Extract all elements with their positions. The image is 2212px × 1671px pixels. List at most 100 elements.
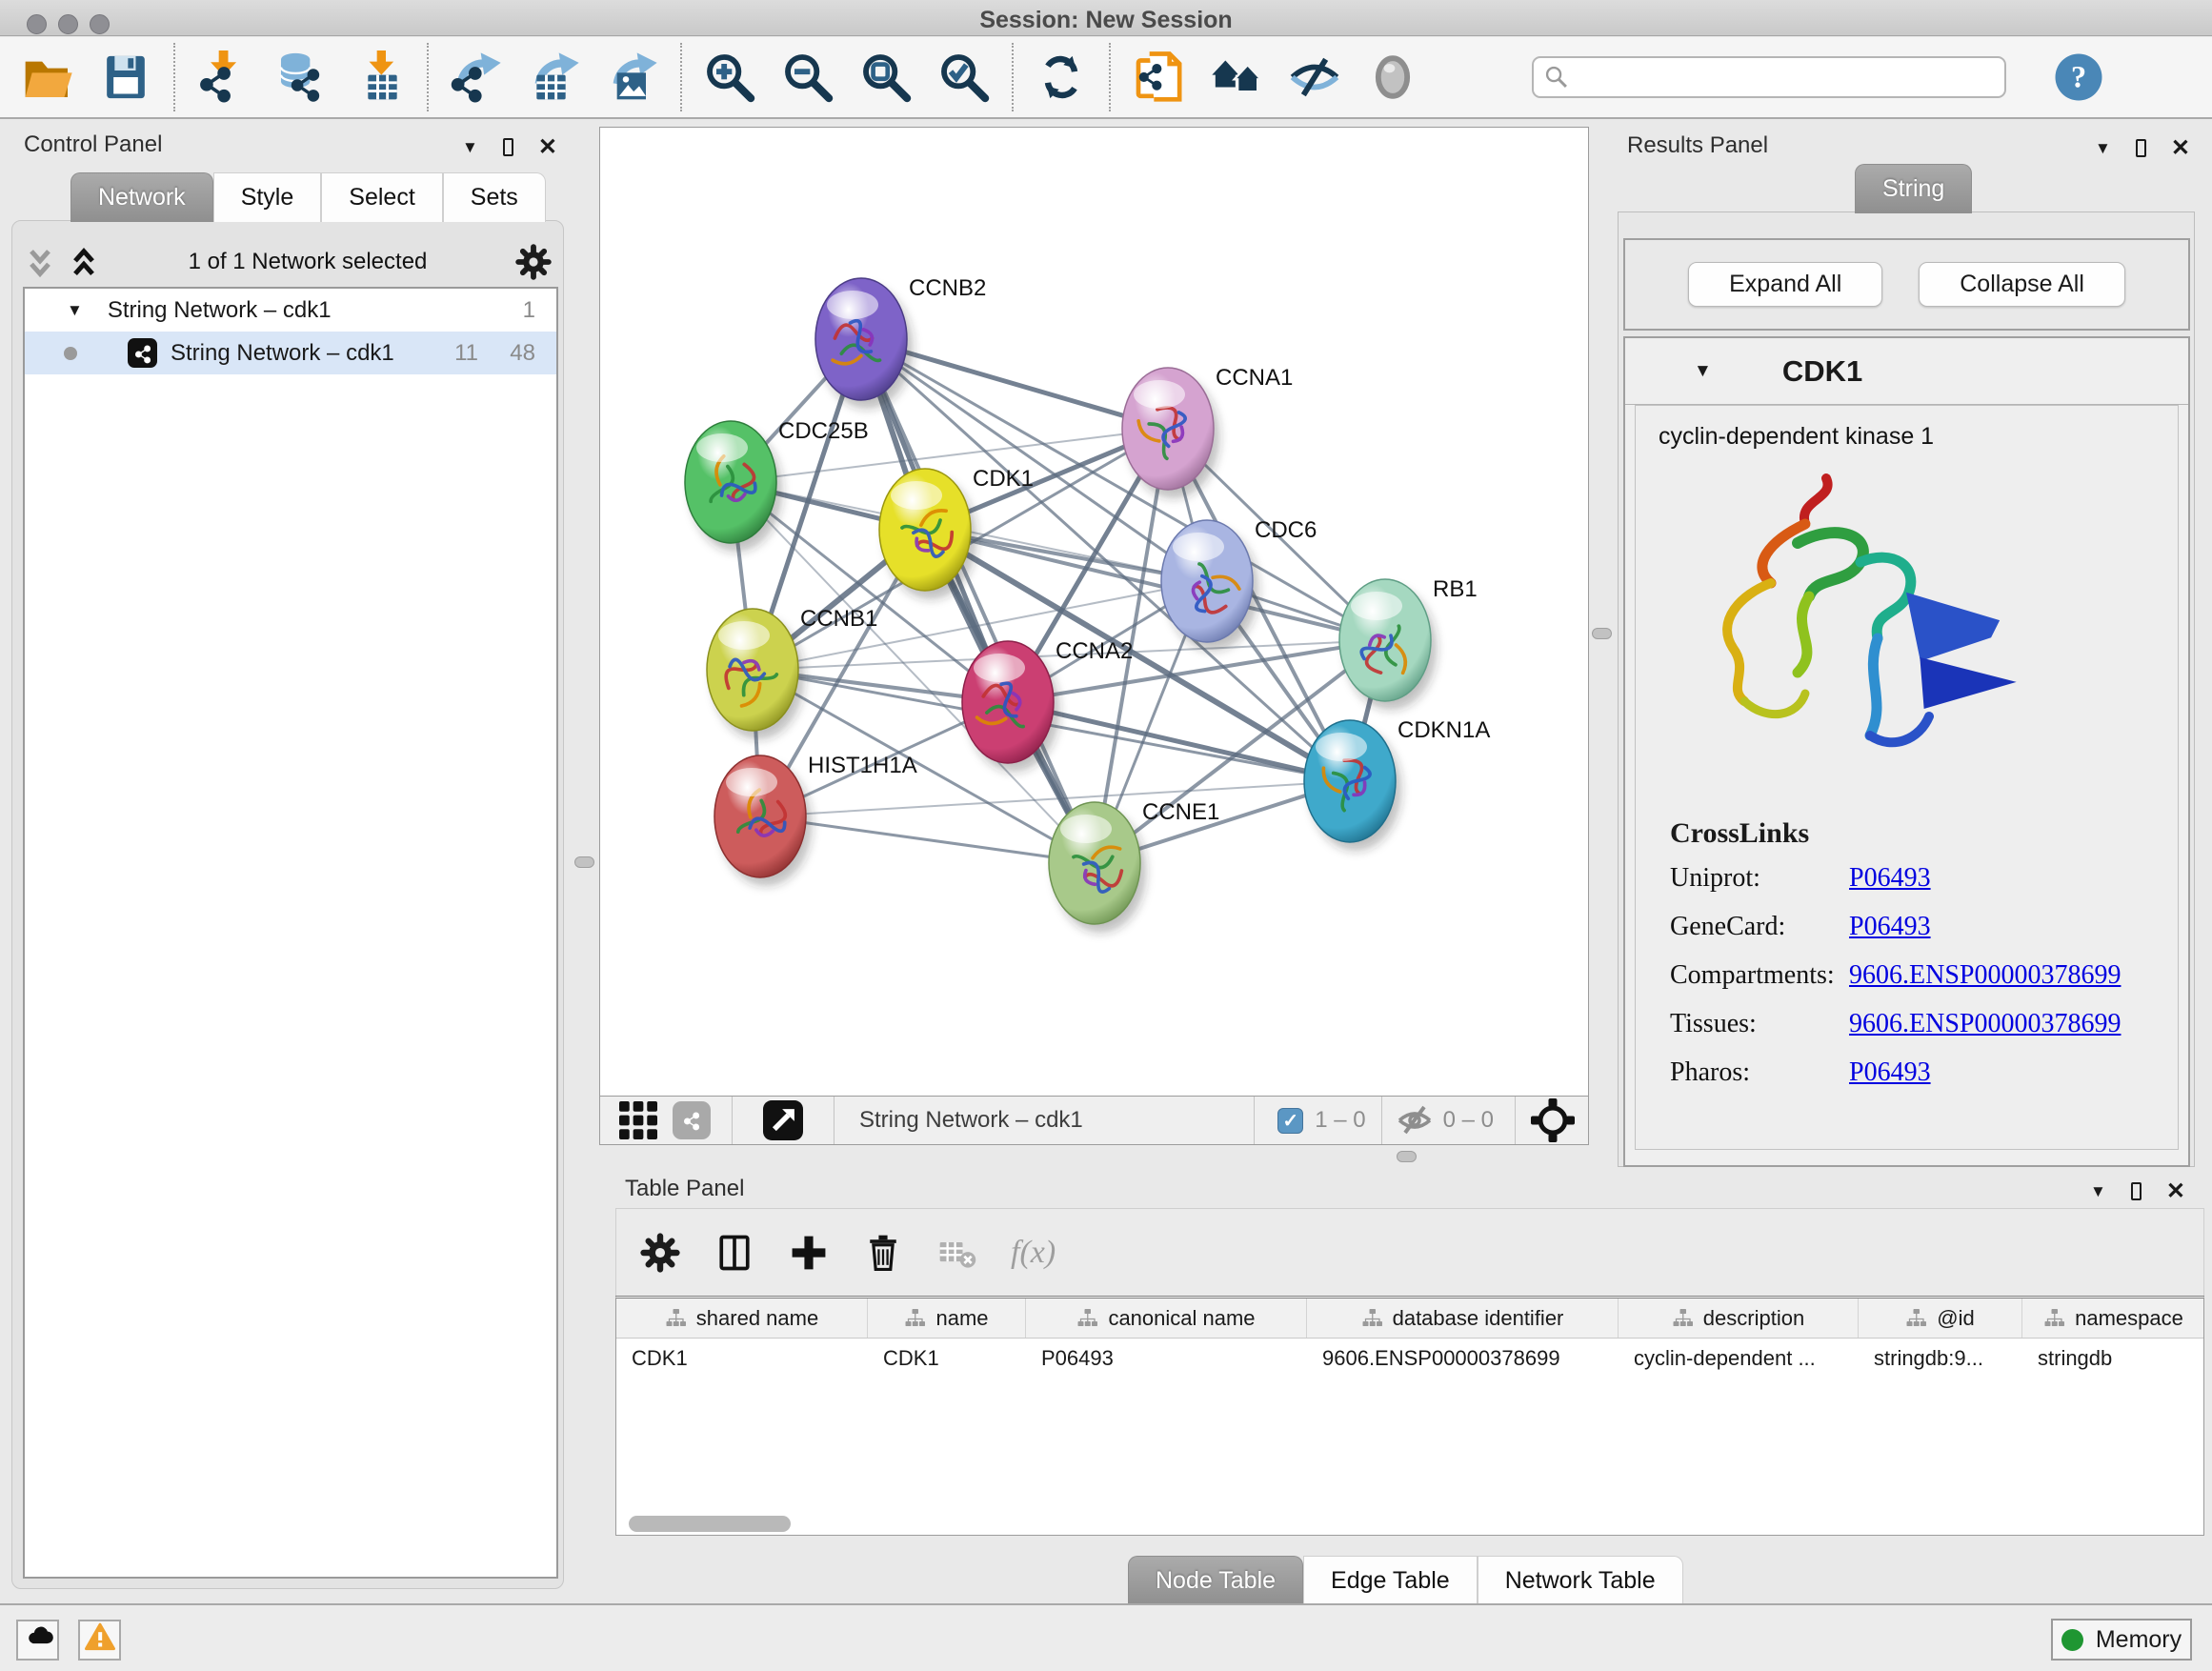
collapse-all-icon[interactable]	[23, 245, 57, 279]
node-cdc6[interactable]: CDC6	[1161, 517, 1317, 651]
table-cell[interactable]: stringdb:9...	[1859, 1339, 2022, 1379]
save-session-icon[interactable]	[99, 50, 152, 104]
copy-network-icon[interactable]	[1132, 50, 1185, 104]
tab-network[interactable]: Network	[70, 172, 213, 222]
column-header-canonical-name[interactable]: canonical name	[1026, 1299, 1307, 1338]
table-cell[interactable]: CDK1	[616, 1339, 868, 1379]
import-table-icon[interactable]	[352, 50, 406, 104]
open-session-icon[interactable]	[21, 50, 74, 104]
column-header-namespace[interactable]: namespace	[2022, 1299, 2204, 1338]
network-canvas[interactable]: CCNB2 CCNA1 CDC25B CDK1 CDC6 RB1 CCNB1 C…	[599, 127, 1589, 1096]
delete-column-icon[interactable]	[862, 1232, 904, 1274]
column-header-id[interactable]: @id	[1859, 1299, 2022, 1338]
table-cell[interactable]: 9606.ENSP00000378699	[1307, 1339, 1619, 1379]
node-rb1[interactable]: RB1	[1339, 576, 1478, 710]
right-splitter-handle[interactable]	[1592, 628, 1612, 639]
table-cell[interactable]: CDK1	[868, 1339, 1026, 1379]
table-row[interactable]: CDK1CDK1P064939606.ENSP00000378699cyclin…	[616, 1339, 2203, 1379]
crosslink-link[interactable]: P06493	[1849, 863, 1931, 894]
search-input[interactable]	[1532, 56, 2006, 98]
export-network-icon[interactable]	[450, 50, 503, 104]
float-panel-icon[interactable]	[2136, 139, 2146, 157]
gene-expander-icon[interactable]: ▼	[1694, 361, 1712, 382]
column-header-name[interactable]: name	[868, 1299, 1026, 1338]
fit-selected-crosshair-icon[interactable]	[1531, 1098, 1575, 1142]
node-ccnb2[interactable]: CCNB2	[815, 275, 986, 409]
memory-button[interactable]: Memory	[2051, 1619, 2192, 1661]
collapse-panel-icon[interactable]: ▼	[2095, 139, 2111, 158]
tab-sets[interactable]: Sets	[443, 172, 546, 222]
network-row[interactable]: String Network – cdk1 11 48	[25, 332, 556, 374]
crosslink-link[interactable]: 9606.ENSP00000378699	[1849, 1009, 2121, 1039]
crosslink-row: Tissues:9606.ENSP00000378699	[1670, 1009, 2121, 1039]
table-cell[interactable]: stringdb	[2022, 1339, 2204, 1379]
network-collection-row[interactable]: ▼ String Network – cdk1 1	[25, 289, 556, 332]
collapse-all-button[interactable]: Collapse All	[1919, 262, 2125, 307]
collapse-panel-icon[interactable]: ▼	[2090, 1182, 2106, 1201]
close-panel-icon[interactable]: ✕	[2171, 134, 2190, 162]
column-header-database-identifier[interactable]: database identifier	[1307, 1299, 1619, 1338]
tab-select[interactable]: Select	[321, 172, 442, 222]
table-column-header-row: shared namenamecanonical namedatabase id…	[616, 1299, 2203, 1339]
selected-checkbox[interactable]: ✓	[1277, 1108, 1303, 1134]
show-columns-icon[interactable]	[714, 1232, 755, 1274]
network-options-gear-icon[interactable]	[514, 243, 553, 281]
tab-node-table[interactable]: Node Table	[1128, 1556, 1303, 1605]
zoom-selected-icon[interactable]	[937, 50, 991, 104]
table-horizontal-scrollbar[interactable]	[629, 1516, 791, 1532]
float-panel-icon[interactable]	[503, 138, 513, 156]
zoom-in-icon[interactable]	[703, 50, 756, 104]
tab-edge-table[interactable]: Edge Table	[1303, 1556, 1478, 1605]
export-table-icon[interactable]	[528, 50, 581, 104]
crosslink-link[interactable]: 9606.ENSP00000378699	[1849, 960, 2121, 991]
network-share-icon[interactable]	[673, 1101, 711, 1139]
cloud-icon	[23, 1622, 53, 1658]
table-toolbar: f(x)	[615, 1208, 2204, 1296]
tree-expander-icon[interactable]: ▼	[67, 301, 83, 320]
node-ccna2[interactable]: CCNA2	[962, 638, 1133, 772]
zoom-fit-icon[interactable]	[859, 50, 913, 104]
hide-graphics-icon[interactable]	[1288, 50, 1341, 104]
cloud-button[interactable]	[16, 1620, 59, 1661]
gene-header-row[interactable]: ▼ CDK1	[1625, 338, 2188, 405]
float-panel-icon[interactable]	[2131, 1182, 2142, 1200]
left-splitter-handle[interactable]	[574, 856, 594, 868]
close-panel-icon[interactable]: ✕	[2166, 1178, 2185, 1205]
open-in-window-icon[interactable]	[763, 1100, 803, 1140]
node-hist1h1a[interactable]: HIST1H1A	[714, 753, 917, 886]
column-header-description[interactable]: description	[1619, 1299, 1859, 1338]
show-graphics-icon[interactable]	[1366, 50, 1419, 104]
table-cell[interactable]: cyclin-dependent ...	[1619, 1339, 1859, 1379]
horizontal-splitter-handle[interactable]	[1397, 1151, 1417, 1162]
close-panel-icon[interactable]: ✕	[538, 133, 557, 161]
table-panel-title: Table Panel	[625, 1176, 744, 1202]
crosslink-link[interactable]: P06493	[1849, 912, 1931, 942]
tab-string[interactable]: String	[1855, 164, 1972, 213]
crosslink-link[interactable]: P06493	[1849, 1057, 1931, 1088]
collapse-panel-icon[interactable]: ▼	[462, 138, 478, 157]
homes-icon[interactable]	[1210, 50, 1263, 104]
warnings-button[interactable]	[78, 1620, 121, 1661]
zoom-out-icon[interactable]	[781, 50, 835, 104]
column-header-shared-name[interactable]: shared name	[616, 1299, 868, 1338]
node-ccne1[interactable]: CCNE1	[1049, 799, 1219, 933]
add-column-icon[interactable]	[788, 1232, 830, 1274]
edge-ccnb2-ccne1[interactable]	[861, 339, 1095, 863]
export-image-icon[interactable]	[606, 50, 659, 104]
node-ccna1[interactable]: CCNA1	[1122, 365, 1293, 498]
refresh-icon[interactable]	[1035, 50, 1088, 104]
import-network-database-icon[interactable]	[274, 50, 328, 104]
node-cdkn1a[interactable]: CDKN1A	[1304, 717, 1490, 851]
table-cell[interactable]: P06493	[1026, 1339, 1307, 1379]
tab-network-table[interactable]: Network Table	[1478, 1556, 1683, 1605]
tab-style[interactable]: Style	[213, 172, 322, 222]
hidden-eye-icon[interactable]	[1396, 1101, 1434, 1139]
import-network-icon[interactable]	[196, 50, 250, 104]
help-icon[interactable]: ?	[2052, 50, 2105, 104]
crosslink-label: Compartments:	[1670, 960, 1849, 991]
birds-eye-grid-icon[interactable]	[619, 1101, 657, 1139]
expand-all-button[interactable]: Expand All	[1688, 262, 1882, 307]
table-options-gear-icon[interactable]	[639, 1232, 681, 1274]
expand-all-icon[interactable]	[67, 245, 101, 279]
node-ccnb1[interactable]: CCNB1	[707, 606, 877, 739]
